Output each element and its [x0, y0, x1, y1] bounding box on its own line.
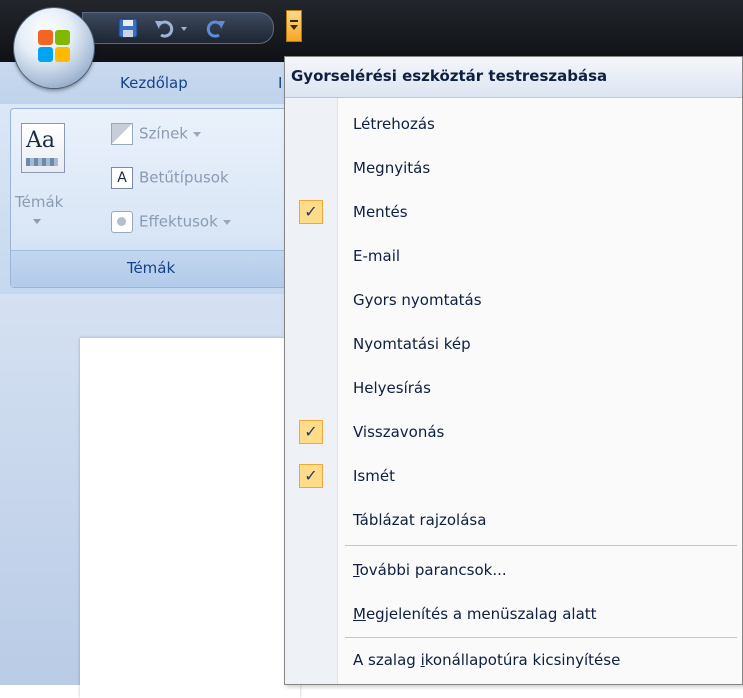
effects-icon	[111, 211, 133, 233]
menu-item-label: Visszavonás	[353, 423, 445, 441]
menu-item-label: Létrehozás	[353, 115, 435, 133]
fonts-icon: A	[111, 167, 133, 189]
menu-item-label: Megjelenítés a menüszalag alatt	[353, 605, 597, 623]
menu-item-draw-table[interactable]: Táblázat rajzolása	[285, 501, 742, 541]
menu-item-label: Ismét	[353, 467, 395, 485]
customize-qat-bar-icon	[290, 20, 298, 22]
menu-item-redo[interactable]: ✓ Ismét	[285, 457, 742, 497]
document-page[interactable]	[80, 338, 300, 698]
menu-item-show-below-ribbon[interactable]: Megjelenítés a menüszalag alatt	[285, 595, 742, 635]
themes-icon[interactable]: Aa	[21, 123, 65, 173]
undo-dropdown-icon[interactable]	[179, 17, 189, 39]
group-title: Témák	[126, 259, 176, 277]
menu-item-save[interactable]: ✓ Mentés	[285, 193, 742, 233]
menu-header: Gyorselérési eszköztár testreszabása	[285, 57, 742, 98]
themes-group: Aa Témák Színek A Betűtípusok Effektusok …	[10, 108, 292, 288]
menu-item-label: A szalag ikonállapotúra kicsinyítése	[353, 651, 621, 669]
menu-item-minimize-ribbon[interactable]: A szalag ikonállapotúra kicsinyítése	[285, 641, 742, 681]
tab-home[interactable]: Kezdőlap	[120, 74, 188, 92]
colors-icon	[111, 123, 133, 145]
colors-label: Színek	[139, 124, 188, 143]
checkmark-icon: ✓	[299, 420, 323, 444]
effects-label: Effektusok	[139, 212, 218, 231]
menu-item-undo[interactable]: ✓ Visszavonás	[285, 413, 742, 453]
themes-button-label[interactable]: Témák	[15, 193, 63, 211]
menu-item-label: Helyesírás	[353, 379, 431, 397]
menu-item-label: E-mail	[353, 247, 401, 265]
menu-item-open[interactable]: Megnyitás	[285, 149, 742, 189]
themes-dropdown-icon[interactable]	[33, 219, 41, 224]
fonts-label: Betűtípusok	[139, 168, 229, 187]
chevron-down-icon	[290, 25, 298, 30]
menu-item-email[interactable]: E-mail	[285, 237, 742, 277]
menu-item-new[interactable]: Létrehozás	[285, 105, 742, 145]
menu-title: Gyorselérési eszköztár testreszabása	[291, 67, 608, 85]
menu-item-label: Mentés	[353, 203, 408, 221]
menu-item-label: További parancsok...	[353, 561, 507, 579]
menu-item-label: Gyors nyomtatás	[353, 291, 482, 309]
customize-qat-menu: Gyorselérési eszköztár testreszabása Lét…	[284, 56, 743, 685]
tab-insert-partial[interactable]: I	[278, 74, 282, 92]
checkmark-icon: ✓	[299, 200, 323, 224]
save-icon[interactable]	[117, 17, 139, 39]
customize-qat-button[interactable]	[286, 10, 302, 42]
office-button[interactable]	[14, 8, 94, 88]
menu-separator	[345, 637, 737, 638]
menu-item-spelling[interactable]: Helyesírás	[285, 369, 742, 409]
menu-item-label: Megnyitás	[353, 159, 431, 177]
office-logo-icon	[38, 30, 70, 62]
menu-item-more-commands[interactable]: További parancsok...	[285, 551, 742, 591]
colors-button[interactable]: Színek	[111, 123, 201, 145]
checkmark-icon: ✓	[299, 464, 323, 488]
fonts-button[interactable]: A Betűtípusok	[111, 167, 229, 189]
chevron-down-icon	[222, 219, 231, 225]
themes-group-footer: Témák	[11, 250, 291, 287]
menu-item-label: Táblázat rajzolása	[353, 511, 487, 529]
chevron-down-icon	[192, 131, 201, 137]
menu-item-print-preview[interactable]: Nyomtatási kép	[285, 325, 742, 365]
redo-icon[interactable]	[205, 17, 227, 39]
menu-item-label: Nyomtatási kép	[353, 335, 471, 353]
effects-button[interactable]: Effektusok	[111, 211, 231, 233]
quick-access-toolbar	[82, 12, 274, 44]
menu-separator	[345, 545, 737, 546]
menu-item-quick-print[interactable]: Gyors nyomtatás	[285, 281, 742, 321]
undo-icon[interactable]	[153, 17, 175, 39]
title-bar	[0, 0, 743, 62]
